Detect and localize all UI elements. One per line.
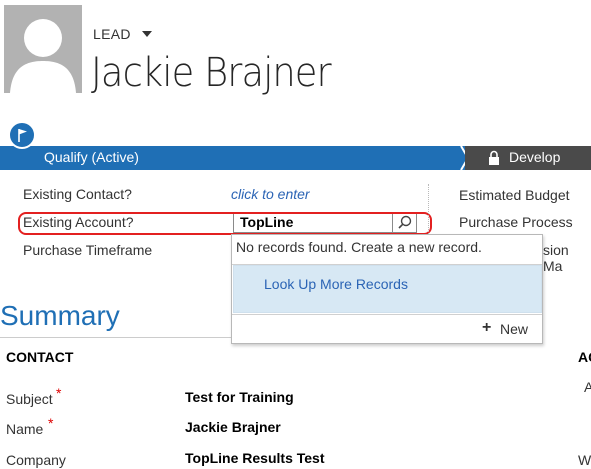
flag-icon (18, 129, 27, 142)
process-flag-button[interactable] (8, 121, 36, 149)
look-up-more-records-label[interactable]: Look Up More Records (264, 276, 408, 292)
required-marker: * (56, 385, 62, 401)
stage-qualify[interactable]: Qualify (Active) (44, 149, 139, 165)
name-label: Name (6, 421, 44, 437)
no-records-message: No records found. Create a new record. (236, 239, 482, 255)
account-field-label-2: W (578, 452, 591, 468)
purchase-process-label: Purchase Process (459, 214, 573, 230)
required-marker: * (48, 415, 54, 431)
contact-heading: CONTACT (6, 349, 74, 365)
company-label: Company (6, 452, 66, 468)
existing-contact-field[interactable]: click to enter (231, 186, 310, 202)
existing-contact-label: Existing Contact? (23, 186, 132, 202)
chevron-down-icon[interactable] (142, 31, 152, 37)
record-title: Jackie Brajner (91, 50, 332, 96)
avatar (4, 5, 82, 93)
person-silhouette-icon (10, 19, 76, 93)
plus-icon[interactable]: + (482, 319, 491, 337)
section-divider (0, 337, 231, 338)
name-value[interactable]: Jackie Brajner (185, 419, 281, 435)
dropdown-divider (232, 314, 542, 315)
account-heading: AC (578, 349, 591, 365)
entity-type-label[interactable]: LEAD (93, 26, 131, 42)
account-field-label: A (584, 379, 591, 395)
column-divider (428, 184, 429, 236)
company-value[interactable]: TopLine Results Test (185, 450, 325, 466)
stage-develop-label: Develop (509, 149, 561, 165)
subject-label: Subject (6, 391, 53, 407)
lock-icon (489, 150, 499, 165)
subject-value[interactable]: Test for Training (185, 389, 294, 405)
section-title-summary: Summary (0, 300, 120, 331)
annotation-highlight (18, 212, 432, 235)
estimated-budget-label: Estimated Budget (459, 187, 570, 203)
purchase-timeframe-label: Purchase Timeframe (23, 242, 153, 258)
decision-maker-label: sion Ma (543, 242, 569, 274)
new-record-button[interactable]: New (500, 321, 528, 337)
